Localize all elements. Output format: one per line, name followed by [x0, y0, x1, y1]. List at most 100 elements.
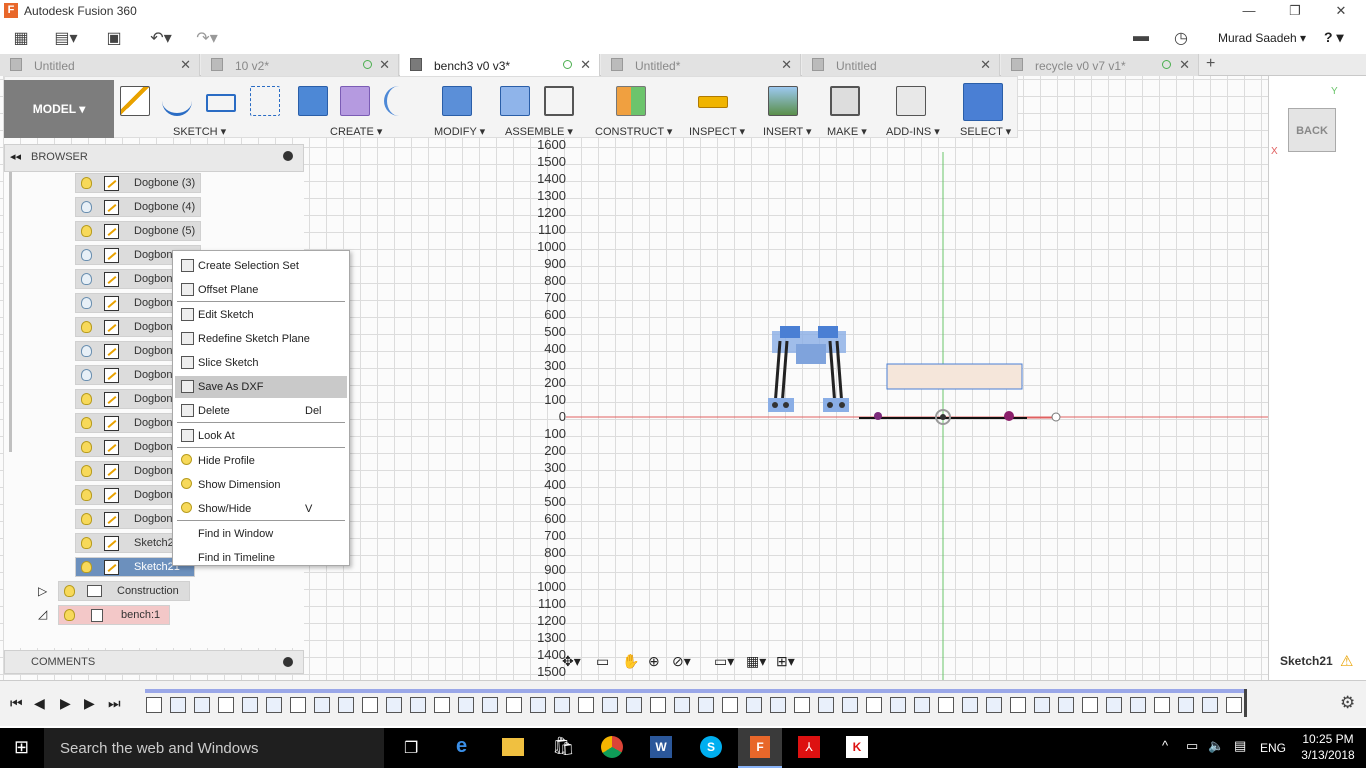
timeline-settings-icon[interactable]: ⚙ — [1340, 693, 1355, 713]
timeline-feature-icon[interactable] — [1106, 697, 1122, 713]
tree-scrollbar[interactable] — [9, 172, 12, 452]
job-status-icon[interactable]: ◷ — [1170, 28, 1192, 48]
file-explorer-icon[interactable] — [502, 738, 524, 756]
browser-item[interactable]: Dogbone (3) — [75, 173, 201, 193]
menu-item[interactable]: Hide Profile — [175, 450, 347, 472]
timeline-feature-icon[interactable] — [650, 697, 666, 713]
windows-start-icon[interactable]: ⊞ — [14, 737, 29, 758]
timeline-feature-icon[interactable] — [458, 697, 474, 713]
timeline-feature-icon[interactable] — [1202, 697, 1218, 713]
visibility-bulb-icon[interactable] — [81, 273, 92, 285]
step-back-icon[interactable]: ◀ — [34, 695, 45, 712]
display-settings-icon[interactable]: ▭▾ — [714, 653, 734, 670]
look-at-icon[interactable]: ▭ — [596, 653, 609, 670]
tab-bench3[interactable]: bench3 v0 v3* ✕ — [400, 54, 600, 76]
browser-header[interactable]: ◂◂ BROWSER — [4, 144, 304, 172]
add-comment-icon[interactable] — [283, 657, 293, 667]
3d-print-icon[interactable] — [830, 86, 860, 116]
comments-panel[interactable]: COMMENTS — [4, 650, 304, 674]
timeline-feature-icon[interactable] — [1226, 697, 1242, 713]
timeline-feature-icon[interactable] — [530, 697, 546, 713]
user-menu[interactable]: Murad Saadeh ▾ — [1218, 31, 1306, 45]
clock-time[interactable]: 10:25 PM — [1300, 732, 1356, 746]
timeline-feature-icon[interactable] — [266, 697, 282, 713]
task-view-icon[interactable]: ❐ — [404, 738, 418, 758]
create-sketch-icon[interactable] — [120, 86, 150, 116]
timeline-feature-icon[interactable] — [722, 697, 738, 713]
visibility-bulb-icon[interactable] — [81, 321, 92, 333]
visibility-bulb-icon[interactable] — [64, 585, 75, 597]
timeline-feature-icon[interactable] — [1178, 697, 1194, 713]
play-icon[interactable]: ▶ — [60, 695, 71, 712]
menu-item[interactable]: Create Selection Set — [175, 255, 347, 277]
battery-icon[interactable]: ▭ — [1186, 738, 1198, 754]
timeline-feature-icon[interactable] — [506, 697, 522, 713]
timeline-feature-icon[interactable] — [698, 697, 714, 713]
comments-icon[interactable]: ▬ — [1130, 28, 1152, 48]
timeline-feature-icon[interactable] — [770, 697, 786, 713]
timeline-feature-icon[interactable] — [938, 697, 954, 713]
pan-icon[interactable]: ✋ — [622, 653, 639, 670]
edge-icon[interactable]: e — [456, 735, 467, 758]
chrome-icon[interactable] — [601, 736, 623, 758]
timeline-feature-icon[interactable] — [362, 697, 378, 713]
expand-arrow-icon[interactable]: ▷ — [38, 584, 47, 598]
timeline-feature-icon[interactable] — [290, 697, 306, 713]
timeline-feature-icon[interactable] — [338, 697, 354, 713]
tab-10-v2[interactable]: 10 v2* ✕ — [201, 54, 399, 76]
timeline-feature-icon[interactable] — [434, 697, 450, 713]
menu-item[interactable]: Show Dimension — [175, 474, 347, 496]
menu-item[interactable]: Slice Sketch — [175, 352, 347, 374]
save-icon[interactable]: ▣ — [104, 28, 124, 48]
collapse-panel-icon[interactable]: ◂◂ — [10, 150, 21, 163]
visibility-bulb-icon[interactable] — [81, 297, 92, 309]
zoom-window-icon[interactable]: ⊘▾ — [672, 653, 691, 670]
undo-icon[interactable]: ↶▾ — [144, 28, 178, 48]
timeline-feature-icon[interactable] — [986, 697, 1002, 713]
action-center-icon[interactable]: ▤ — [1234, 738, 1246, 754]
new-component-icon[interactable] — [500, 86, 530, 116]
close-tab-icon[interactable]: ✕ — [980, 57, 991, 73]
menu-item[interactable]: Offset Plane — [175, 279, 347, 301]
redo-icon[interactable]: ↷▾ — [190, 28, 224, 48]
viewcube[interactable]: BACK — [1288, 108, 1336, 152]
press-pull-icon[interactable] — [442, 86, 472, 116]
show-hidden-icons[interactable]: ^ — [1162, 738, 1168, 753]
make-menu[interactable]: MAKE ▾ — [827, 125, 867, 138]
visibility-bulb-icon[interactable] — [81, 225, 92, 237]
taskbar-search[interactable]: Search the web and Windows — [44, 728, 384, 768]
create-menu[interactable]: CREATE ▾ — [330, 125, 382, 138]
tab-untitled-3[interactable]: Untitled ✕ — [802, 54, 1000, 76]
timeline-feature-icon[interactable] — [1154, 697, 1170, 713]
timeline-feature-icon[interactable] — [218, 697, 234, 713]
menu-item[interactable]: Delete Del — [175, 400, 347, 422]
visibility-bulb-icon[interactable] — [81, 177, 92, 189]
timeline-feature-icon[interactable] — [146, 697, 162, 713]
modify-menu[interactable]: MODIFY ▾ — [434, 125, 485, 138]
measure-icon[interactable] — [698, 96, 728, 108]
timeline-feature-icon[interactable] — [1130, 697, 1146, 713]
help-menu[interactable]: ? ▾ — [1324, 29, 1343, 46]
select-menu[interactable]: SELECT ▾ — [960, 125, 1011, 138]
workspace-switcher[interactable]: MODEL ▾ — [4, 80, 114, 138]
step-forward-icon[interactable]: ▶ — [84, 695, 95, 712]
browser-item-bench[interactable]: bench:1 — [58, 605, 170, 625]
timeline-feature-icon[interactable] — [194, 697, 210, 713]
browser-item[interactable]: Dogbone (4) — [75, 197, 201, 217]
timeline-feature-icon[interactable] — [842, 697, 858, 713]
visibility-bulb-icon[interactable] — [81, 561, 92, 573]
grid-settings-icon[interactable]: ▦▾ — [746, 653, 766, 670]
timeline-feature-icon[interactable] — [554, 697, 570, 713]
visibility-bulb-icon[interactable] — [81, 465, 92, 477]
close-tab-icon[interactable]: ✕ — [580, 57, 591, 73]
form-icon[interactable] — [340, 86, 370, 116]
visibility-bulb-icon[interactable] — [81, 345, 92, 357]
store-icon[interactable]: 🛍 — [552, 736, 575, 757]
timeline-feature-icon[interactable] — [1058, 697, 1074, 713]
collapse-arrow-icon[interactable]: ◿ — [38, 607, 47, 621]
timeline-feature-icon[interactable] — [818, 697, 834, 713]
orbit-icon[interactable]: ✥▾ — [562, 653, 581, 670]
menu-item[interactable]: Show/Hide V — [175, 498, 347, 520]
rectangle-icon[interactable] — [206, 94, 236, 112]
project-icon[interactable] — [250, 86, 280, 116]
